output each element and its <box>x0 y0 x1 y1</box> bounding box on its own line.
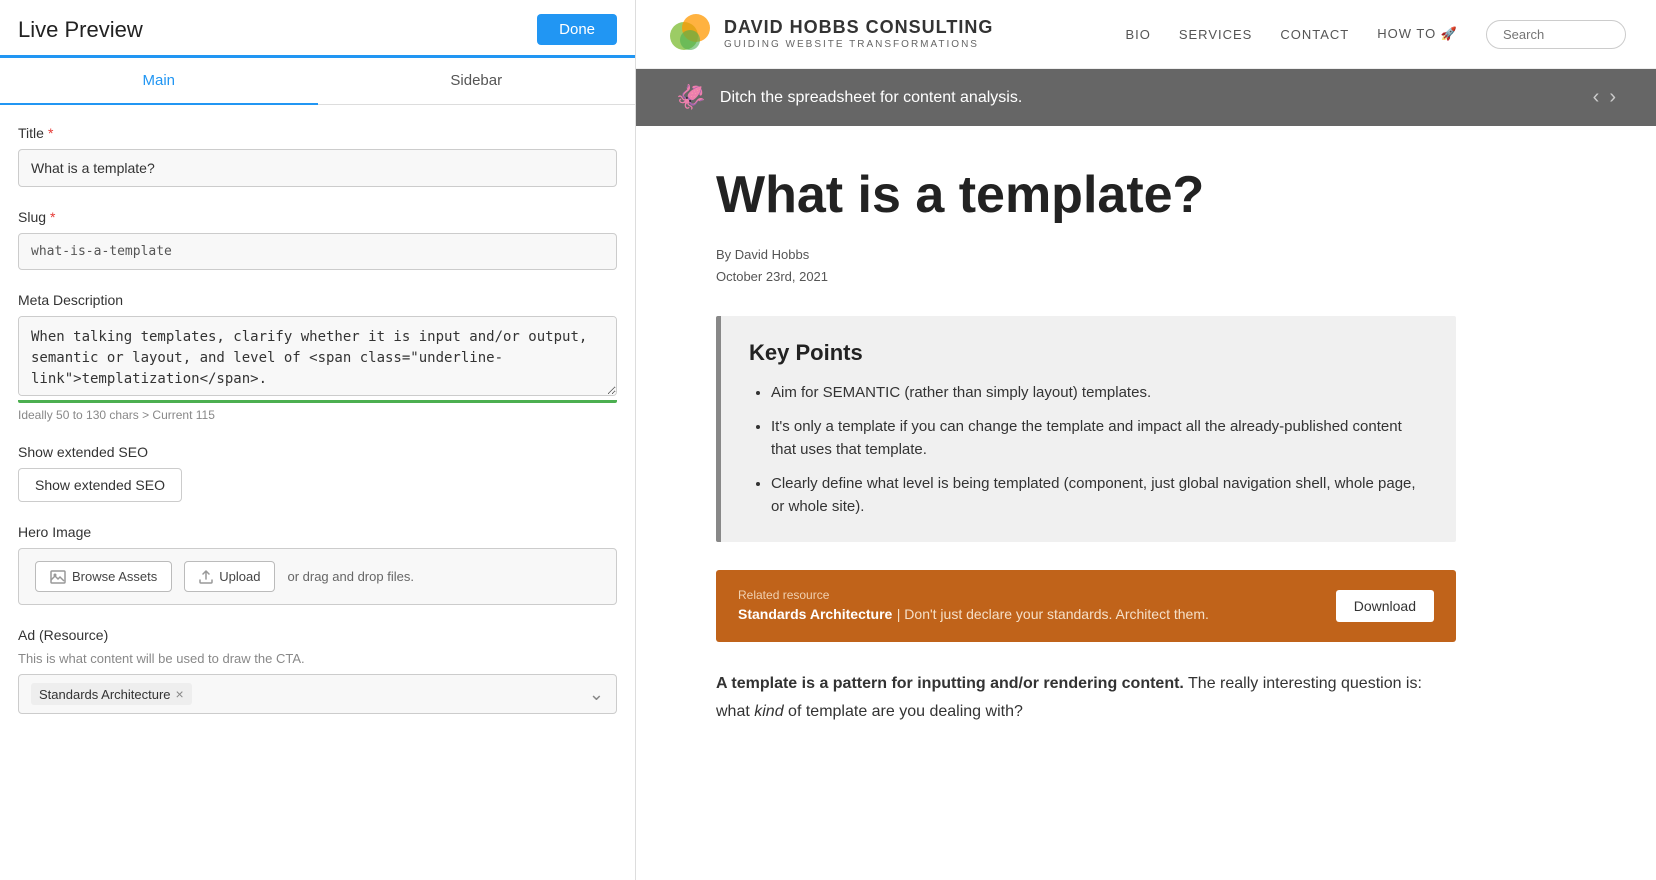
key-point-3: Clearly define what level is being templ… <box>771 473 1428 518</box>
tab-main[interactable]: Main <box>0 58 318 105</box>
article-body-text: A template is a pattern for inputting an… <box>716 670 1456 724</box>
drag-drop-text: or drag and drop files. <box>287 569 413 584</box>
related-resource-info: Related resource Standards Architecture … <box>738 588 1209 624</box>
banner-arrows: ‹ › <box>1593 86 1616 109</box>
slug-label: Slug * <box>18 209 617 225</box>
left-header: Live Preview Done <box>0 0 635 58</box>
ad-resource-label: Ad (Resource) <box>18 627 617 643</box>
ad-resource-select[interactable]: Standards Architecture × ⌄ <box>18 674 617 714</box>
article-author: By David Hobbs <box>716 244 1456 266</box>
related-desc: | Don't just declare your standards. Arc… <box>897 606 1209 622</box>
key-points-title: Key Points <box>749 340 1428 366</box>
hero-image-section: Hero Image Browse Assets Upload <box>18 524 617 605</box>
banner-icon: 🦑 <box>676 83 706 112</box>
nav-link-contact[interactable]: CONTACT <box>1280 27 1349 42</box>
image-icon <box>50 570 66 584</box>
done-button[interactable]: Done <box>537 14 617 45</box>
tab-row: Main Sidebar <box>0 58 635 105</box>
form-body: Title * Slug * Meta Description When tal… <box>0 105 635 756</box>
meta-description-textarea[interactable]: When talking templates, clarify whether … <box>18 316 617 396</box>
logo-text: DAVID HOBBS CONSULTING GUIDING WEBSITE T… <box>724 17 993 51</box>
ad-tag-remove[interactable]: × <box>176 686 184 702</box>
upload-icon <box>199 570 213 584</box>
title-label: Title * <box>18 125 617 141</box>
preview-nav: DAVID HOBBS CONSULTING GUIDING WEBSITE T… <box>636 0 1656 69</box>
key-points-list: Aim for SEMANTIC (rather than simply lay… <box>749 382 1428 519</box>
left-panel: Live Preview Done Main Sidebar Title * S… <box>0 0 636 880</box>
hero-image-label: Hero Image <box>18 524 617 540</box>
logo-icon <box>666 10 714 58</box>
show-seo-button[interactable]: Show extended SEO <box>18 468 182 502</box>
page-title: Live Preview <box>18 17 143 43</box>
related-resource-box: Related resource Standards Architecture … <box>716 570 1456 642</box>
download-button[interactable]: Download <box>1336 590 1434 622</box>
key-point-1: Aim for SEMANTIC (rather than simply lay… <box>771 382 1428 405</box>
meta-hint: Ideally 50 to 130 chars > Current 115 <box>18 408 617 422</box>
ad-resource-tag: Standards Architecture × <box>31 683 192 705</box>
preview-banner: 🦑 Ditch the spreadsheet for content anal… <box>636 69 1656 126</box>
related-label: Related resource <box>738 588 1209 602</box>
nav-logo: DAVID HOBBS CONSULTING GUIDING WEBSITE T… <box>666 10 993 58</box>
article-body: What is a template? By David Hobbs Octob… <box>636 126 1536 785</box>
dropdown-arrow-icon: ⌄ <box>589 684 604 705</box>
meta-char-indicator <box>18 400 617 403</box>
nav-link-services[interactable]: SERVICES <box>1179 27 1253 42</box>
slug-input[interactable] <box>18 233 617 270</box>
logo-main-text: DAVID HOBBS CONSULTING <box>724 17 993 39</box>
key-points-box: Key Points Aim for SEMANTIC (rather than… <box>716 316 1456 543</box>
slug-field-group: Slug * <box>18 209 617 270</box>
slug-required: * <box>50 209 55 225</box>
ad-resource-section: Ad (Resource) This is what content will … <box>18 627 617 714</box>
key-point-2: It's only a template if you can change t… <box>771 416 1428 461</box>
related-title: Standards Architecture <box>738 606 892 622</box>
asset-upload-box: Browse Assets Upload or drag and drop fi… <box>18 548 617 605</box>
article-date: October 23rd, 2021 <box>716 266 1456 288</box>
article-text-end: of template are you dealing with? <box>784 703 1023 720</box>
article-title: What is a template? <box>716 166 1456 226</box>
show-seo-section: Show extended SEO Show extended SEO <box>18 444 617 502</box>
logo-sub-text: GUIDING WEBSITE TRANSFORMATIONS <box>724 39 993 51</box>
article-bold: A template is a pattern for inputting an… <box>716 675 1184 692</box>
tab-sidebar[interactable]: Sidebar <box>318 58 636 104</box>
nav-link-bio[interactable]: BIO <box>1125 27 1150 42</box>
meta-description-label: Meta Description <box>18 292 617 308</box>
article-italic: kind <box>754 703 783 720</box>
show-seo-label: Show extended SEO <box>18 444 617 460</box>
title-required: * <box>48 125 53 141</box>
nav-links: BIO SERVICES CONTACT HOW TO 🚀 <box>1125 20 1626 49</box>
article-meta: By David Hobbs October 23rd, 2021 <box>716 244 1456 288</box>
banner-next-icon[interactable]: › <box>1609 86 1616 109</box>
banner-text: Ditch the spreadsheet for content analys… <box>720 89 1022 107</box>
browse-assets-button[interactable]: Browse Assets <box>35 561 172 592</box>
banner-prev-icon[interactable]: ‹ <box>1593 86 1600 109</box>
search-input[interactable] <box>1486 20 1626 49</box>
title-field-group: Title * <box>18 125 617 187</box>
nav-link-how-to[interactable]: HOW TO 🚀 <box>1377 26 1458 42</box>
upload-button[interactable]: Upload <box>184 561 275 592</box>
ad-resource-hint: This is what content will be used to dra… <box>18 651 617 666</box>
title-input[interactable] <box>18 149 617 187</box>
meta-description-field-group: Meta Description When talking templates,… <box>18 292 617 422</box>
right-panel: DAVID HOBBS CONSULTING GUIDING WEBSITE T… <box>636 0 1656 880</box>
